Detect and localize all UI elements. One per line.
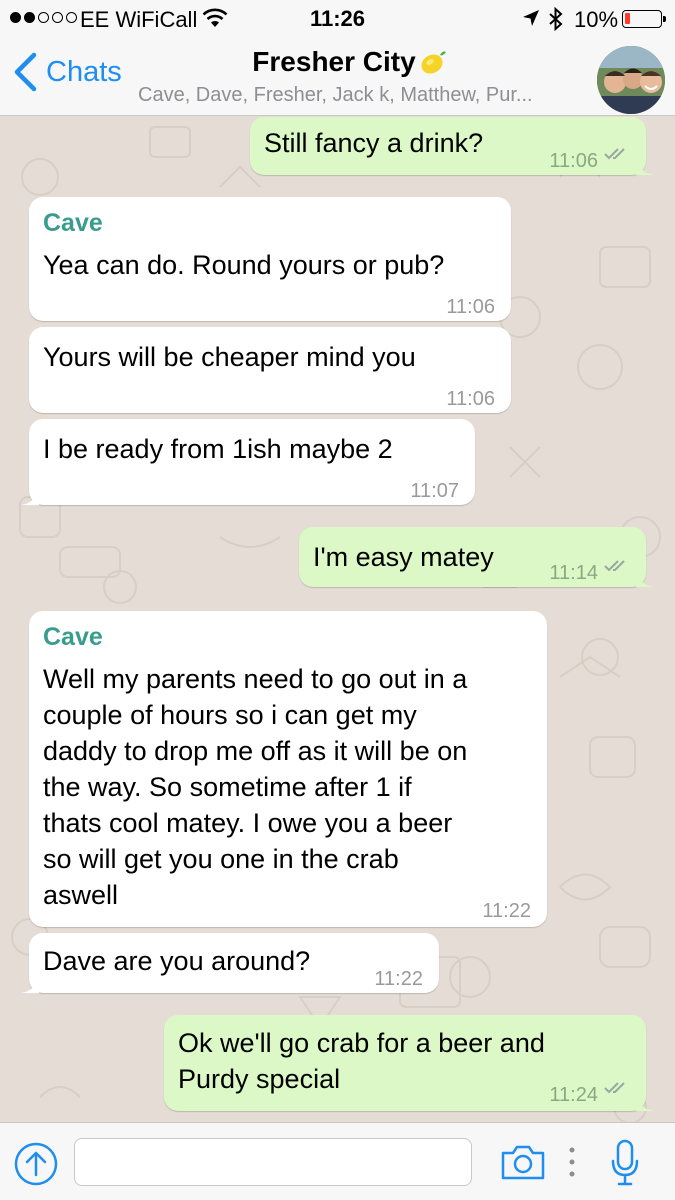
- double-check-icon: [604, 148, 625, 160]
- message-bubble-outgoing[interactable]: Ok we'll go crab for a beer and Purdy sp…: [164, 1015, 654, 1111]
- bubble-tail: [21, 977, 39, 993]
- upload-arrow-icon[interactable]: [14, 1142, 58, 1186]
- message-list[interactable]: Still fancy a drink? 11:06 Cave Yea can …: [0, 117, 675, 1122]
- chat-header: Chats Fresher City Cave, Dave, Fresher, …: [0, 38, 675, 116]
- chat-title-area[interactable]: Fresher City: [120, 46, 580, 78]
- chat-title: Fresher City: [252, 46, 416, 77]
- message-bubble-incoming[interactable]: Cave Yea can do. Round yours or pub? 11:…: [29, 197, 511, 321]
- message-bubble-incoming[interactable]: Yours will be cheaper mind you 11:06: [29, 327, 511, 413]
- vertical-dots-icon[interactable]: [566, 1145, 578, 1179]
- message-text: Yours will be cheaper mind you: [43, 342, 416, 372]
- bubble-tail: [636, 571, 654, 587]
- camera-icon[interactable]: [500, 1143, 546, 1181]
- message-text-line: thats cool matey. I owe you a beer: [43, 808, 453, 838]
- message-time: 11:06: [446, 296, 495, 318]
- bluetooth-icon: [549, 7, 563, 31]
- message-text-line: the way. So sometime after 1 if: [43, 772, 412, 802]
- message-text-line: Ok we'll go crab for a beer and: [178, 1028, 545, 1058]
- message-text-line: daddy to drop me off as it will be on: [43, 736, 468, 766]
- message-time: 11:14: [549, 562, 598, 584]
- message-time: 11:22: [482, 900, 531, 922]
- double-check-icon: [604, 560, 625, 572]
- message-text: Yea can do. Round yours or pub?: [43, 250, 445, 280]
- group-members-list[interactable]: Cave, Dave, Fresher, Jack k, Matthew, Pu…: [138, 84, 583, 107]
- message-time: 11:06: [446, 388, 495, 410]
- lemon-icon: [421, 51, 446, 74]
- message-time: 11:06: [549, 150, 598, 172]
- bubble-tail: [636, 159, 654, 175]
- message-text: Dave are you around?: [43, 946, 311, 976]
- group-photo: [597, 46, 665, 114]
- message-text: I'm easy matey: [313, 542, 494, 572]
- group-avatar[interactable]: [597, 46, 665, 114]
- bubble-tail: [21, 489, 39, 505]
- message-text-line: Purdy special: [178, 1064, 341, 1094]
- message-text-line: Well my parents need to go out in a: [43, 664, 468, 694]
- chevron-left-icon: [14, 52, 37, 92]
- message-text-line: aswell: [43, 880, 119, 910]
- back-label: Chats: [46, 55, 122, 88]
- battery-percentage: 10%: [574, 7, 619, 32]
- message-time: 11:24: [549, 1084, 598, 1106]
- status-bar: EE WiFiCall 11:26 10%: [0, 0, 675, 38]
- message-input-bar: [0, 1122, 675, 1200]
- message-text-line: couple of hours so i can get my: [43, 700, 417, 730]
- message-input[interactable]: [74, 1138, 472, 1186]
- message-bubble-incoming[interactable]: Cave Well my parents need to go out in a…: [29, 611, 547, 927]
- message-sender: Cave: [43, 209, 103, 237]
- message-bubble-incoming[interactable]: I be ready from 1ish maybe 2 11:07: [21, 419, 475, 505]
- message-sender: Cave: [43, 623, 103, 651]
- microphone-icon[interactable]: [610, 1139, 640, 1187]
- message-bubble-incoming[interactable]: Dave are you around? 11:22: [21, 933, 439, 993]
- double-check-icon: [604, 1082, 625, 1094]
- message-bubble-outgoing[interactable]: Still fancy a drink? 11:06: [250, 117, 654, 175]
- battery-icon: [622, 10, 666, 28]
- message-text: I be ready from 1ish maybe 2: [43, 434, 393, 464]
- message-time: 11:07: [410, 480, 459, 502]
- message-bubble-outgoing[interactable]: I'm easy matey 11:14: [299, 527, 654, 587]
- back-to-chats-button[interactable]: Chats: [12, 52, 122, 92]
- message-text-line: so will get you one in the crab: [43, 844, 399, 874]
- location-icon: [523, 10, 539, 26]
- message-time: 11:22: [374, 968, 423, 990]
- bubble-tail: [636, 1095, 654, 1111]
- message-text: Still fancy a drink?: [264, 128, 484, 158]
